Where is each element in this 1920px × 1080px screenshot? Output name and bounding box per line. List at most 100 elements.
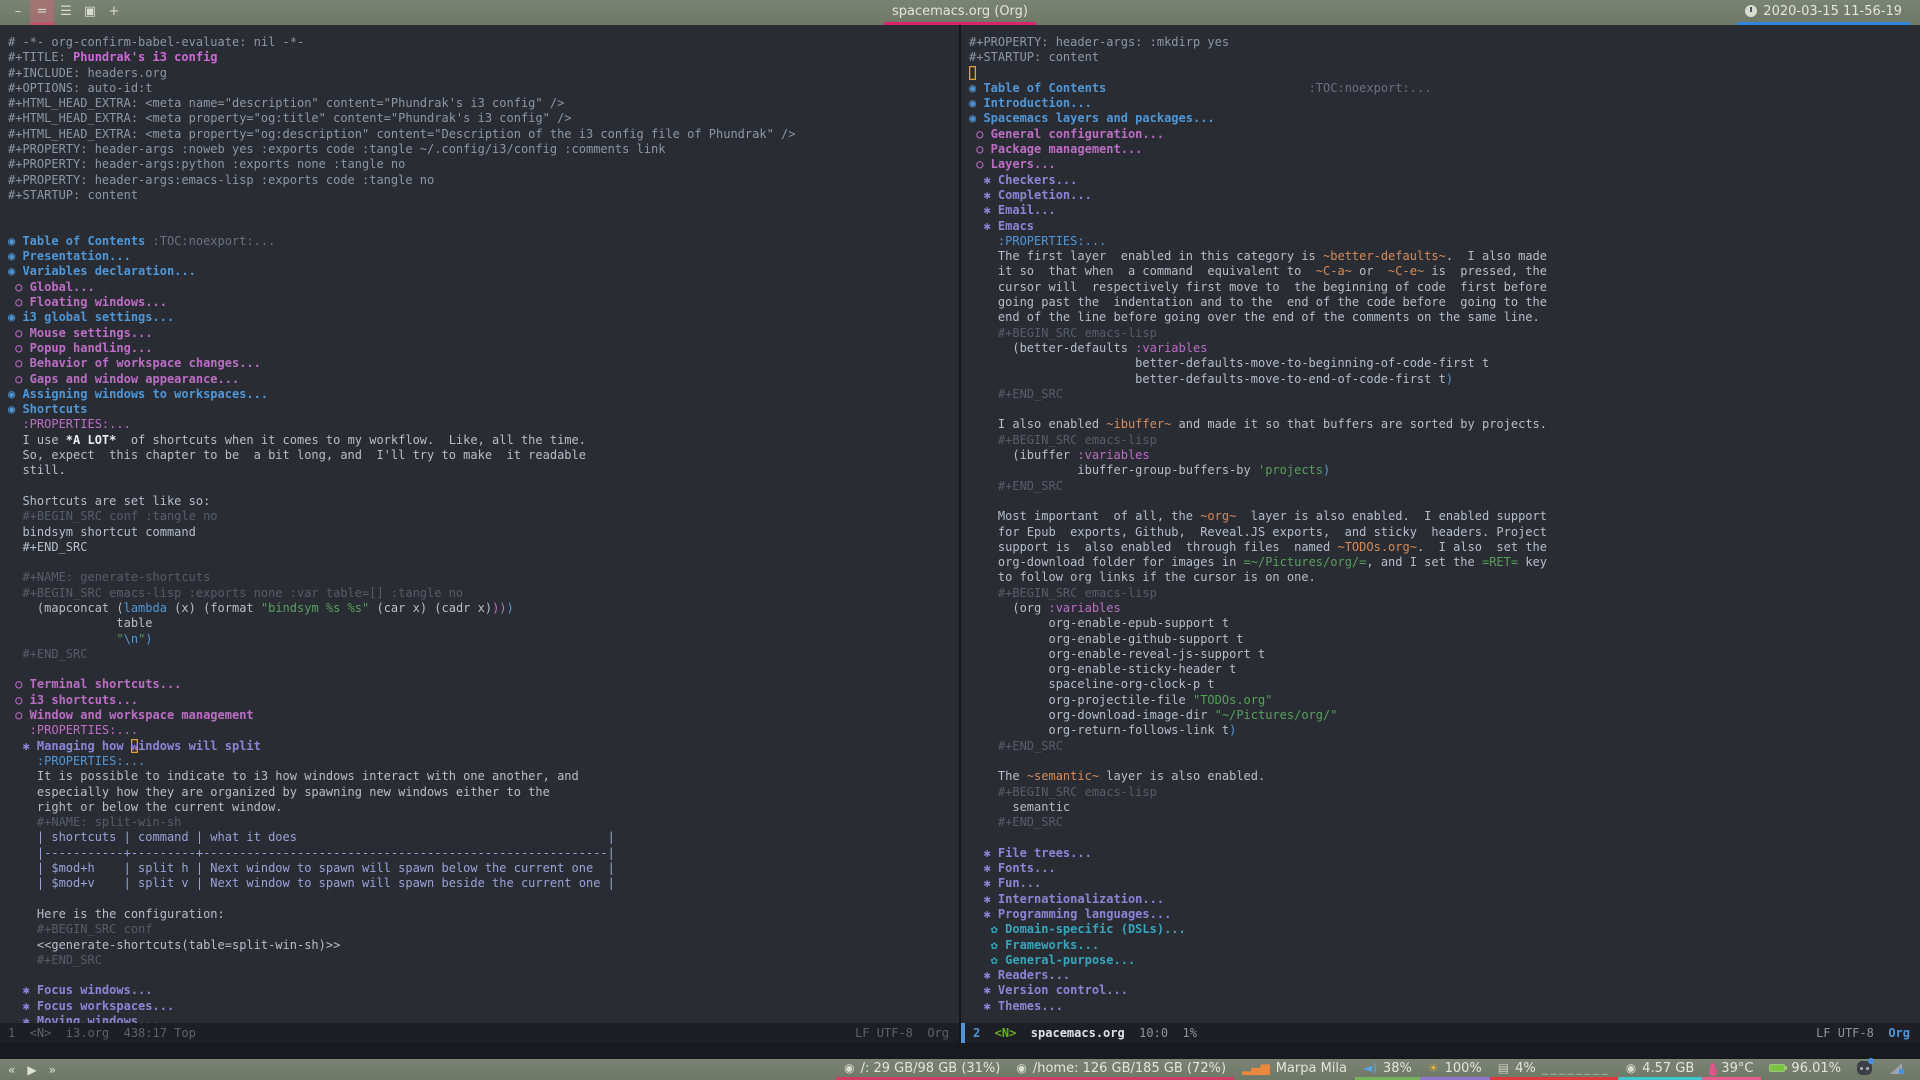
media-controls: « ▶ » bbox=[8, 1059, 56, 1080]
buffer-line: #+BEGIN_SRC emacs-lisp bbox=[969, 585, 1157, 600]
focused-window-accent-bar bbox=[961, 1023, 965, 1043]
modeline-left-encoding: LF UTF-8 Org bbox=[855, 1026, 949, 1040]
buffer-line bbox=[8, 892, 959, 907]
buffer-line: ○ Popup handling... bbox=[8, 340, 153, 355]
disk-home-module-value: /home: 126 GB/185 GB (72%) bbox=[1032, 1060, 1227, 1076]
emacs-window-left[interactable]: # -*- org-confirm-babel-evaluate: nil -*… bbox=[0, 25, 959, 1043]
buffer-line: ○ Window and workspace management bbox=[8, 708, 254, 723]
disk-home-module: ◉ /home: 126 GB/185 GB (72%) bbox=[1008, 1059, 1235, 1080]
buffer-line: bindsym shortcut command bbox=[8, 524, 196, 539]
temperature-module-value: 39°C bbox=[1721, 1060, 1754, 1076]
buffer-line: ✱ Managing how windows will split bbox=[8, 738, 261, 753]
buffer-line: #+PROPERTY: header-args:python :exports … bbox=[8, 157, 406, 172]
volume-module-value: 38% bbox=[1382, 1060, 1412, 1076]
buffer-line: #+END_SRC bbox=[969, 738, 1063, 753]
buffer-line: ◉ i3 global settings... bbox=[8, 310, 175, 325]
buffer-line: :PROPERTIES:... bbox=[8, 753, 146, 768]
buffer-line: (mapconcat (lambda (x) (format "bindsym … bbox=[8, 600, 514, 615]
temperature-module-icon bbox=[1708, 1062, 1717, 1076]
buffer-line: | $mod+v | split v | Next window to spaw… bbox=[8, 876, 615, 891]
temperature-module: 39°C bbox=[1702, 1059, 1762, 1080]
buffer-line: org-enable-sticky-header t bbox=[969, 662, 1237, 677]
window-title-text: spacemacs.org (Org) bbox=[891, 3, 1029, 19]
buffer-line: org-return-follows-link t) bbox=[969, 723, 1237, 738]
buffer-line: #+BEGIN_SRC emacs-lisp bbox=[969, 784, 1157, 799]
modeline-right: 2 <N> spacemacs.org 10:0 1% LF UTF-8 Org bbox=[961, 1023, 1920, 1043]
clock-icon bbox=[1745, 5, 1758, 17]
media-play-button[interactable]: ▶ bbox=[27, 1063, 36, 1077]
buffer-line: #+STARTUP: content bbox=[8, 187, 139, 202]
buffer-line: org-enable-reveal-js-support t bbox=[969, 646, 1266, 661]
workspace-switcher: – = ☰ ▣ + bbox=[0, 0, 126, 25]
workspace-5[interactable]: + bbox=[102, 0, 126, 25]
workspace-1[interactable]: – bbox=[6, 0, 30, 25]
buffer-line bbox=[8, 203, 959, 218]
buffer-line: ✿ Frameworks... bbox=[969, 937, 1100, 952]
buffer-line: ✱ Email... bbox=[969, 203, 1056, 218]
buffer-line: ✱ Fonts... bbox=[969, 861, 1056, 876]
brightness-module[interactable]: ☀ 100% bbox=[1419, 1059, 1490, 1080]
volume-module[interactable]: ◄) 38% bbox=[1355, 1059, 1420, 1080]
focused-window-title: spacemacs.org (Org) bbox=[883, 0, 1037, 25]
media-previous-button[interactable]: « bbox=[8, 1063, 15, 1077]
wifi-network-module-icon: ▂▄▆ bbox=[1242, 1061, 1270, 1075]
buffer-line: ◉ Spacemacs layers and packages... bbox=[969, 111, 1215, 126]
memory-module-icon: ◉ bbox=[1625, 1061, 1637, 1075]
modeline-left-info: 1 <N> i3.org 438:17 Top bbox=[8, 1026, 196, 1040]
buffer-line: ✱ Internationalization... bbox=[969, 891, 1165, 906]
workspace-2-active[interactable]: = bbox=[30, 0, 54, 25]
buffer-line bbox=[969, 402, 1920, 417]
buffer-line: #+BEGIN_SRC conf :tangle no bbox=[8, 509, 218, 524]
buffer-line: #+BEGIN_SRC emacs-lisp bbox=[969, 325, 1157, 340]
buffer-line: still. bbox=[8, 463, 66, 478]
buffer-line: ✱ Version control... bbox=[969, 983, 1128, 998]
media-next-button[interactable]: » bbox=[49, 1063, 56, 1077]
buffer-line: (ibuffer :variables bbox=[969, 448, 1150, 463]
buffer-spacemacs-org[interactable]: #+PROPERTY: header-args: :mkdirp yes #+ST… bbox=[961, 25, 1920, 1023]
buffer-line: org-download-image-dir "~/Pictures/org/" bbox=[969, 708, 1338, 723]
buffer-line: (org :variables bbox=[969, 600, 1121, 615]
buffer-line: So, expect this chapter to be a bit long… bbox=[8, 448, 586, 463]
buffer-line: # -*- org-confirm-babel-evaluate: nil -*… bbox=[8, 35, 305, 49]
buffer-line: ✱ Checkers... bbox=[969, 172, 1078, 187]
buffer-line: #+NAME: generate-shortcuts bbox=[8, 570, 211, 585]
buffer-line: #+END_SRC bbox=[969, 815, 1063, 830]
buffer-line: ◉ Variables declaration... bbox=[8, 264, 196, 279]
buffer-line: ✱ Themes... bbox=[969, 998, 1063, 1013]
wifi-tray-icon-icon bbox=[1888, 1062, 1904, 1074]
buffer-line: ✱ File trees... bbox=[969, 845, 1092, 860]
buffer-i3-org[interactable]: # -*- org-confirm-babel-evaluate: nil -*… bbox=[0, 25, 959, 1023]
emacs-window-right[interactable]: #+PROPERTY: header-args: :mkdirp yes #+ST… bbox=[961, 25, 1920, 1043]
buffer-line: ◉ Presentation... bbox=[8, 249, 131, 264]
buffer-line: org-enable-epub-support t bbox=[969, 616, 1230, 631]
cpu-module-value: 4% bbox=[1515, 1060, 1536, 1076]
buffer-line: ◉ Table of Contents :TOC:noexport:... bbox=[969, 80, 1432, 95]
discord-tray-icon-icon bbox=[1857, 1058, 1874, 1075]
buffer-line: #+INCLUDE: headers.org bbox=[8, 65, 167, 80]
buffer-line: ✱ Programming languages... bbox=[969, 906, 1172, 921]
buffer-line: ○ Layers... bbox=[969, 157, 1056, 172]
wifi-tray-icon[interactable] bbox=[1880, 1059, 1912, 1080]
buffer-line: for Epub exports, Github, Reveal.JS expo… bbox=[969, 524, 1547, 539]
modeline-right-info: 2 <N> spacemacs.org 10:0 1% bbox=[973, 1026, 1197, 1040]
buffer-line bbox=[8, 219, 959, 234]
buffer-line bbox=[969, 494, 1920, 509]
volume-module-icon: ◄) bbox=[1363, 1061, 1377, 1075]
buffer-line: ✱ Focus workspaces... bbox=[8, 998, 175, 1013]
buffer-line: :PROPERTIES:... bbox=[969, 233, 1107, 248]
buffer-line bbox=[8, 968, 959, 983]
buffer-line: Most important of all, the ~org~ layer i… bbox=[969, 509, 1547, 524]
discord-tray-icon[interactable] bbox=[1849, 1058, 1880, 1080]
buffer-line: org-projectile-file "TODOs.org" bbox=[969, 692, 1273, 707]
disk-root-module: ◉ /: 29 GB/98 GB (31%) bbox=[836, 1059, 1009, 1080]
buffer-line: #+BEGIN_SRC emacs-lisp bbox=[969, 432, 1157, 447]
buffer-line: end of the line before going over the en… bbox=[969, 310, 1540, 325]
workspace-3[interactable]: ☰ bbox=[54, 0, 78, 25]
buffer-line: right or below the current window. bbox=[8, 799, 283, 814]
buffer-line: ✱ Fun... bbox=[969, 876, 1042, 891]
buffer-line: ○ General configuration... bbox=[969, 126, 1165, 141]
workspace-4[interactable]: ▣ bbox=[78, 0, 102, 25]
buffer-line: ✱ Focus windows... bbox=[8, 983, 153, 998]
buffer-line: #+END_SRC bbox=[8, 952, 102, 967]
buffer-line: "\n") bbox=[116, 631, 153, 646]
